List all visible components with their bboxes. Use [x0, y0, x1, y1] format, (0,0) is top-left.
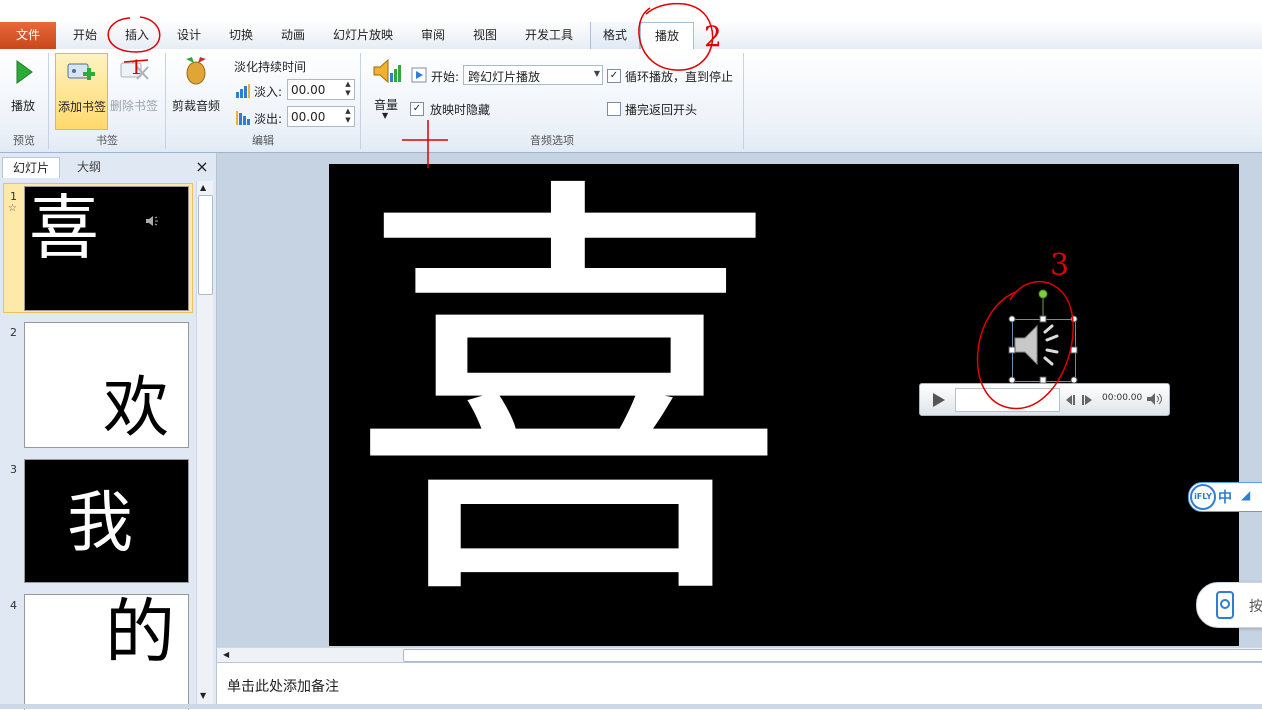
spinner-arrows-icon[interactable]: ▲ ▼: [342, 80, 354, 99]
tab-view[interactable]: 视图: [462, 22, 508, 49]
close-icon[interactable]: ×: [194, 157, 210, 177]
play-label: 播放: [11, 99, 36, 113]
media-progress-bar[interactable]: [955, 388, 1060, 412]
rewind-label: 播完返回开头: [625, 103, 698, 117]
slide-thumbnail-2[interactable]: 欢: [24, 322, 189, 448]
chevron-down-icon: ▼: [382, 111, 389, 120]
slide-number: 4: [10, 599, 17, 612]
horizontal-scroll-thumb[interactable]: [403, 649, 1262, 662]
slides-panel: 幻灯片 大纲 × 1 ☆ 喜 2 欢 3 我 4 的 ▲ ▼: [0, 153, 217, 710]
add-bookmark-icon: [67, 63, 95, 80]
phone-icon: [1216, 591, 1234, 619]
thumbnail-text: 我: [67, 484, 133, 561]
loop-checkbox[interactable]: ✓: [607, 69, 621, 83]
add-bookmark-label: 添加书签: [58, 100, 107, 114]
notes-pane[interactable]: 单击此处添加备注: [217, 662, 1262, 705]
star-icon: ☆: [8, 203, 17, 214]
play-button[interactable]: 播放: [8, 55, 38, 129]
annotation-1: 1: [130, 55, 143, 79]
rewind-checkbox[interactable]: [607, 102, 621, 116]
ribbon-tab-bar: 文件 开始 插入 设计 切换 动画 幻灯片放映 审阅 视图 开发工具 格式 播放: [0, 22, 1262, 51]
fade-in-icon: [236, 84, 250, 98]
ime-language[interactable]: 中: [1218, 487, 1232, 507]
fade-out-label: 淡出:: [254, 112, 283, 126]
chevron-down-icon: ▼: [593, 69, 600, 78]
fade-duration-label: 淡化持续时间: [234, 60, 307, 74]
ribbon: 播放 预览 添加书签 删除书签 书签 剪裁音频 淡化持续时间 淡入: 00.00…: [0, 49, 1262, 153]
hide-during-show-label: 放映时隐藏: [430, 103, 491, 117]
tab-slides[interactable]: 幻灯片: [2, 157, 60, 178]
chevron-left-icon[interactable]: ◀: [223, 650, 229, 659]
slide-number: 3: [10, 463, 17, 476]
tab-format[interactable]: 格式: [590, 22, 640, 49]
group-bookmarks-label: 书签: [96, 134, 118, 147]
panel-scroll-thumb[interactable]: [198, 195, 213, 295]
fade-in-label: 淡入:: [254, 85, 283, 99]
fade-out-value: 00.00: [291, 110, 326, 124]
horizontal-scrollbar[interactable]: ◀: [217, 647, 1262, 663]
slide-thumbnail-3[interactable]: 我: [24, 459, 189, 583]
group-separator: [743, 53, 744, 149]
start-value: 跨幻灯片播放: [468, 70, 541, 84]
start-icon: [411, 67, 427, 83]
ime-widget[interactable]: iFLY 中 ◢: [1188, 482, 1262, 512]
trim-audio-label: 剪裁音频: [172, 99, 221, 113]
tab-developer[interactable]: 开发工具: [514, 22, 584, 49]
media-time: 00:00.00: [1102, 393, 1143, 403]
media-player-bar: 00:00.00: [919, 383, 1170, 416]
volume-icon[interactable]: [1146, 392, 1164, 406]
tab-slideshow[interactable]: 幻灯片放映: [322, 22, 404, 49]
slide-thumbnail-1[interactable]: 喜: [24, 186, 189, 311]
annotation-2: 2: [704, 20, 722, 53]
assistant-label: 按: [1249, 599, 1262, 615]
thumbnail-text: 欢: [103, 369, 169, 446]
tab-file[interactable]: 文件: [0, 22, 56, 49]
slide-title-text[interactable]: 喜: [349, 179, 789, 619]
play-icon: [16, 60, 33, 84]
tab-animations[interactable]: 动画: [270, 22, 316, 49]
spinner-arrows-icon[interactable]: ▲ ▼: [342, 107, 354, 126]
tab-outline[interactable]: 大纲: [60, 157, 118, 177]
status-bar: [0, 704, 1262, 709]
loop-label: 循环播放，直到停止: [625, 70, 734, 84]
play-icon[interactable]: [928, 390, 948, 410]
tab-playback[interactable]: 播放: [640, 22, 694, 51]
speaker-icon: [146, 216, 158, 226]
chevron-down-icon[interactable]: ▼: [200, 691, 206, 700]
slide-thumbnail-4[interactable]: 的: [24, 594, 189, 710]
audio-speaker-icon[interactable]: [1003, 284, 1083, 384]
annotation-3: 3: [1050, 248, 1070, 283]
tab-insert[interactable]: 插入: [114, 22, 160, 49]
slide-number: 2: [10, 326, 17, 339]
fade-in-value: 00.00: [291, 83, 326, 97]
notes-placeholder: 单击此处添加备注: [227, 679, 339, 695]
moon-icon: ◢: [1241, 488, 1251, 502]
group-editing-label: 编辑: [252, 134, 274, 147]
thumbnail-text: 的: [105, 594, 175, 673]
volume-button[interactable]: 音量 ▼: [368, 53, 404, 127]
tab-review[interactable]: 审阅: [410, 22, 456, 49]
slide-number: 1: [10, 190, 17, 203]
seek-icons[interactable]: [1064, 393, 1094, 407]
fade-out-icon: [236, 111, 250, 125]
group-preview-label: 预览: [13, 134, 35, 147]
volume-icon: [373, 58, 401, 84]
panel-scrollbar[interactable]: ▲ ▼: [196, 181, 213, 709]
fade-in-spinner[interactable]: 00.00 ▲ ▼: [287, 79, 355, 100]
slide-canvas[interactable]: 喜 00:00.00: [329, 164, 1239, 646]
chevron-up-icon[interactable]: ▲: [200, 183, 206, 192]
start-label: 开始:: [431, 70, 460, 84]
remove-bookmark-label: 删除书签: [110, 99, 159, 113]
tab-transitions[interactable]: 切换: [218, 22, 264, 49]
start-dropdown[interactable]: 跨幻灯片播放 ▼: [463, 65, 603, 85]
floating-assistant[interactable]: 按: [1196, 582, 1262, 628]
trim-audio-button[interactable]: 剪裁音频: [170, 55, 222, 129]
thumbnail-text: 喜: [29, 187, 99, 269]
tab-home[interactable]: 开始: [62, 22, 108, 49]
tab-design[interactable]: 设计: [166, 22, 212, 49]
ifly-logo: iFLY: [1190, 484, 1216, 510]
fade-out-spinner[interactable]: 00.00 ▲ ▼: [287, 106, 355, 127]
add-bookmark-button[interactable]: 添加书签: [55, 53, 108, 130]
trim-audio-icon: [186, 57, 206, 85]
